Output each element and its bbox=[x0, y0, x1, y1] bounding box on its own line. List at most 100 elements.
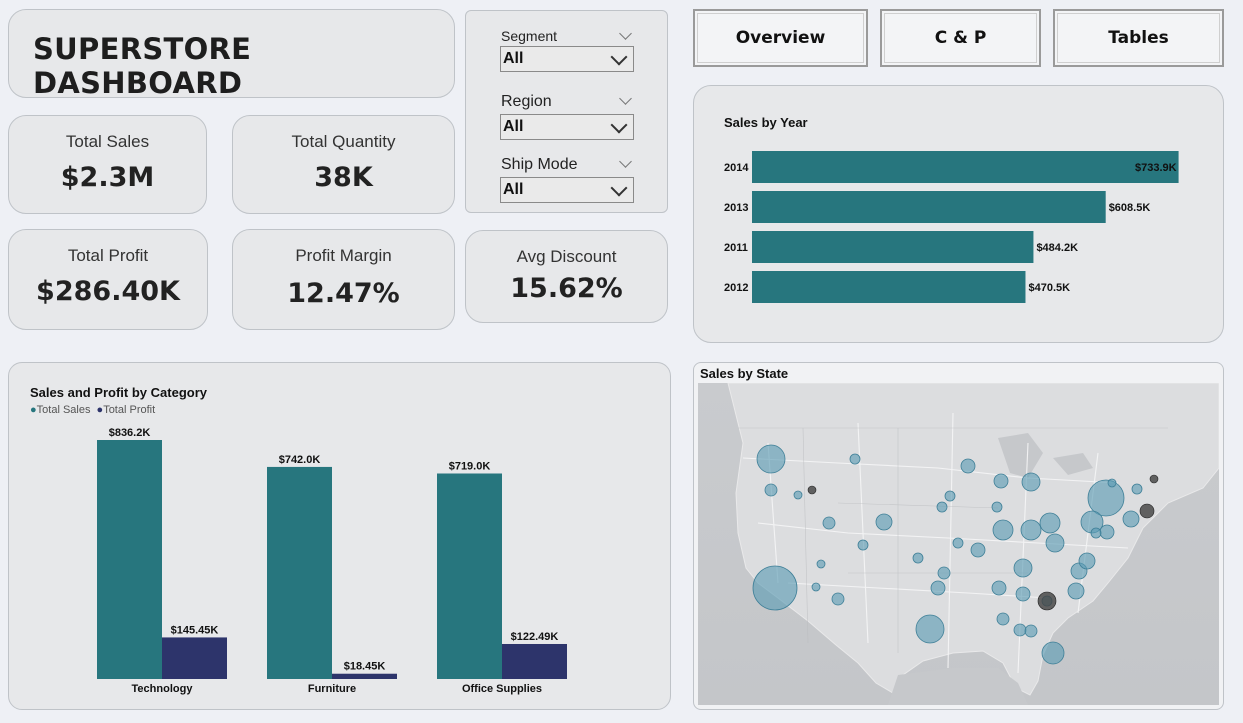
state-bubble[interactable] bbox=[1078, 552, 1096, 570]
sales-by-state-title: Sales by State bbox=[700, 366, 789, 381]
c-and-p-button[interactable]: C & P bbox=[880, 9, 1041, 67]
profit-bar bbox=[162, 637, 227, 679]
state-bubble[interactable] bbox=[1122, 510, 1140, 528]
year-bar bbox=[752, 231, 1034, 263]
year-tick-label: 2012 bbox=[724, 282, 748, 294]
year-tick-label: 2014 bbox=[724, 162, 749, 174]
year-tick-label: 2013 bbox=[724, 202, 748, 214]
sales-by-state-card: Sales by State bbox=[693, 362, 1224, 710]
state-bubble[interactable] bbox=[875, 513, 893, 531]
state-bubble[interactable] bbox=[993, 473, 1009, 489]
state-bubble[interactable] bbox=[991, 580, 1007, 596]
state-bubble[interactable] bbox=[930, 580, 946, 596]
kpi-total-sales: Total Sales $2.3M bbox=[8, 115, 207, 214]
region-dropdown[interactable]: All bbox=[500, 114, 634, 140]
state-bubble[interactable] bbox=[915, 614, 945, 644]
state-bubble[interactable] bbox=[1107, 478, 1117, 488]
ship-mode-filter-label: Ship Mode bbox=[501, 156, 578, 173]
state-bubble[interactable] bbox=[1045, 533, 1065, 553]
state-bubble[interactable] bbox=[992, 519, 1014, 541]
profit-bar bbox=[332, 673, 397, 679]
chevron-down-icon[interactable] bbox=[619, 155, 632, 168]
region-dropdown-value: All bbox=[503, 118, 524, 135]
category-tick-label: Furniture bbox=[308, 683, 356, 695]
state-bubble[interactable] bbox=[944, 490, 956, 502]
state-bubble[interactable] bbox=[1024, 624, 1038, 638]
kpi-total-quantity: Total Quantity 38K bbox=[232, 115, 455, 214]
kpi-label: Total Profit bbox=[67, 246, 149, 265]
chevron-down-icon bbox=[610, 48, 628, 66]
chevron-down-icon bbox=[610, 179, 628, 197]
kpi-label: Total Quantity bbox=[291, 132, 396, 151]
year-data-label: $470.5K bbox=[1028, 282, 1070, 294]
kpi-total-profit: Total Profit $286.40K bbox=[8, 229, 208, 330]
state-bubble-highlighted[interactable] bbox=[1037, 591, 1057, 611]
category-data-label: $122.49K bbox=[511, 631, 559, 643]
chevron-down-icon bbox=[610, 116, 628, 134]
year-data-label: $733.9K bbox=[1135, 162, 1177, 174]
chevron-down-icon[interactable] bbox=[619, 92, 632, 105]
ship-mode-dropdown-value: All bbox=[503, 181, 524, 198]
state-bubble[interactable] bbox=[816, 559, 826, 569]
profit-bar bbox=[502, 643, 567, 679]
state-bubble[interactable] bbox=[764, 483, 778, 497]
kpi-value: 38K bbox=[314, 162, 373, 193]
state-bubble[interactable] bbox=[1090, 527, 1102, 539]
category-data-label: $18.45K bbox=[344, 661, 386, 673]
tables-button[interactable]: Tables bbox=[1053, 9, 1224, 67]
year-data-label: $608.5K bbox=[1109, 202, 1151, 214]
state-bubble[interactable] bbox=[1020, 519, 1042, 541]
state-bubble-highlighted[interactable] bbox=[1139, 503, 1155, 519]
sales-bar bbox=[267, 466, 332, 679]
state-bubble[interactable] bbox=[756, 444, 786, 474]
state-bubble[interactable] bbox=[1087, 479, 1125, 517]
state-bubble[interactable] bbox=[991, 501, 1003, 513]
state-bubble[interactable] bbox=[936, 501, 948, 513]
ship-mode-dropdown[interactable]: All bbox=[500, 177, 634, 203]
kpi-value: $2.3M bbox=[60, 162, 155, 193]
state-bubble[interactable] bbox=[857, 539, 869, 551]
us-map[interactable] bbox=[698, 383, 1219, 705]
category-tick-label: Office Supplies bbox=[462, 683, 542, 695]
sales-by-year-chart: 2014 $733.9K 2013 $608.5K 2011 $484.2K 2012 $47… bbox=[724, 151, 1179, 303]
filter-panel: Segment All Region All Ship Mode All bbox=[465, 10, 668, 213]
state-bubble[interactable] bbox=[849, 453, 861, 465]
state-bubble[interactable] bbox=[752, 565, 798, 611]
year-data-label: $484.2K bbox=[1036, 242, 1078, 254]
state-bubble[interactable] bbox=[996, 612, 1010, 626]
kpi-value: 15.62% bbox=[510, 273, 623, 304]
kpi-profit-margin: Profit Margin 12.47% bbox=[232, 229, 455, 330]
segment-filter-label: Segment bbox=[501, 28, 558, 44]
year-bar bbox=[752, 191, 1106, 223]
state-bubble[interactable] bbox=[1013, 558, 1033, 578]
state-bubble[interactable] bbox=[1021, 472, 1041, 492]
state-bubble[interactable] bbox=[960, 458, 976, 474]
kpi-label: Avg Discount bbox=[516, 247, 617, 266]
state-bubble[interactable] bbox=[1039, 512, 1061, 534]
category-data-label: $145.45K bbox=[171, 624, 219, 636]
state-bubble[interactable] bbox=[831, 592, 845, 606]
state-bubble-highlighted[interactable] bbox=[807, 485, 817, 495]
segment-dropdown[interactable]: All bbox=[500, 46, 634, 72]
state-bubble[interactable] bbox=[811, 582, 821, 592]
state-bubble[interactable] bbox=[952, 537, 964, 549]
state-bubble-highlighted[interactable] bbox=[1149, 474, 1159, 484]
state-bubble[interactable] bbox=[1013, 623, 1027, 637]
kpi-value: $286.40K bbox=[36, 276, 180, 307]
state-bubble[interactable] bbox=[1067, 582, 1085, 600]
state-bubble[interactable] bbox=[1131, 483, 1143, 495]
state-bubble[interactable] bbox=[1041, 641, 1065, 665]
state-bubble[interactable] bbox=[912, 552, 924, 564]
chevron-down-icon[interactable] bbox=[619, 27, 632, 40]
year-tick-label: 2011 bbox=[724, 242, 748, 254]
category-data-label: $836.2K bbox=[109, 427, 151, 439]
state-bubble[interactable] bbox=[793, 490, 803, 500]
year-bar bbox=[752, 271, 1026, 303]
state-bubble[interactable] bbox=[937, 566, 951, 580]
state-bubble[interactable] bbox=[822, 516, 836, 530]
state-bubble[interactable] bbox=[1099, 524, 1115, 540]
overview-button[interactable]: Overview bbox=[693, 9, 868, 67]
segment-dropdown-value: All bbox=[503, 50, 524, 67]
state-bubble[interactable] bbox=[1015, 586, 1031, 602]
state-bubble[interactable] bbox=[970, 542, 986, 558]
